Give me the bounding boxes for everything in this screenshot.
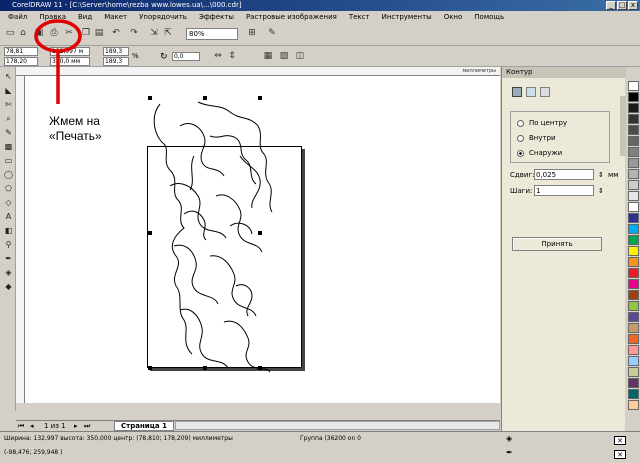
palette-swatch[interactable]	[628, 202, 639, 212]
outline-indicator-icon: ✒	[506, 448, 513, 457]
radio-outside[interactable]	[517, 150, 524, 157]
palette-swatch[interactable]	[628, 136, 639, 146]
offset-spin-icon[interactable]: ⇕	[598, 171, 604, 179]
palette-swatch[interactable]	[628, 246, 639, 256]
palette-swatch[interactable]	[628, 235, 639, 245]
contour-color-icon[interactable]	[526, 87, 536, 97]
palette-swatch[interactable]	[628, 279, 639, 289]
palette-swatch[interactable]	[628, 301, 639, 311]
contour-mode-center-icon[interactable]	[512, 87, 522, 97]
offset-input[interactable]: 0,025	[534, 169, 594, 180]
palette-swatch[interactable]	[628, 158, 639, 168]
status-dimensions: Ширина: 132,997 высота: 350,000 центр: (…	[4, 435, 233, 442]
radio-inside-label: Внутри	[529, 134, 556, 142]
outline-swatch[interactable]: ✕	[614, 450, 626, 459]
steps-label: Шаги:	[510, 187, 533, 195]
first-page-icon[interactable]: ⏮	[18, 422, 24, 431]
steps-spin-icon[interactable]: ⇕	[598, 187, 604, 195]
radio-center-label: По центру	[529, 119, 568, 127]
steps-input[interactable]: 1	[534, 185, 594, 196]
tab-page-1[interactable]: Страница 1	[114, 421, 174, 431]
highlight-circle	[34, 19, 82, 53]
docker-title: Контур	[502, 67, 626, 78]
palette-swatch[interactable]	[628, 323, 639, 333]
docker-tab[interactable]	[620, 96, 626, 156]
apply-button[interactable]: Принять	[512, 237, 602, 251]
contour-accel-icon[interactable]	[540, 87, 550, 97]
radio-inside[interactable]	[517, 135, 524, 142]
palette-swatch[interactable]	[628, 114, 639, 124]
page-counter: 1 из 1	[44, 422, 66, 430]
palette-swatch[interactable]	[628, 81, 639, 91]
palette-swatch[interactable]	[628, 191, 639, 201]
palette-swatch[interactable]	[628, 378, 639, 388]
palette-swatch[interactable]	[628, 92, 639, 102]
palette-swatch[interactable]	[628, 290, 639, 300]
status-cursor-position: (-98,476; 259,948 )	[4, 449, 63, 456]
contour-docker: Контур По центру Внутри Снаружи Сдвиг: 0…	[501, 67, 626, 431]
offset-unit: мм	[608, 171, 619, 179]
radio-outside-label: Снаружи	[529, 149, 563, 157]
palette-swatch[interactable]	[628, 224, 639, 234]
palette-swatch[interactable]	[628, 257, 639, 267]
palette-swatch[interactable]	[628, 312, 639, 322]
contour-direction-group: По центру Внутри Снаружи	[510, 111, 610, 163]
palette-swatch[interactable]	[628, 345, 639, 355]
palette-swatch[interactable]	[628, 147, 639, 157]
horizontal-scrollbar[interactable]	[175, 421, 500, 430]
palette-swatch[interactable]	[628, 103, 639, 113]
palette-swatch[interactable]	[628, 356, 639, 366]
palette-swatch[interactable]	[628, 367, 639, 377]
palette-swatch[interactable]	[628, 389, 639, 399]
palette-swatch[interactable]	[628, 180, 639, 190]
offset-value: 0,025	[536, 171, 557, 179]
prev-page-icon[interactable]: ◂	[30, 422, 34, 430]
fill-indicator-icon: ◈	[506, 434, 513, 443]
palette-swatch[interactable]	[628, 169, 639, 179]
palette-swatch[interactable]	[628, 213, 639, 223]
status-group-info: Группа (36200 on 0	[300, 435, 361, 442]
offset-label: Сдвиг:	[510, 171, 535, 179]
last-page-icon[interactable]: ⏭	[84, 422, 90, 431]
palette-swatch[interactable]	[628, 400, 639, 410]
steps-value: 1	[536, 187, 541, 195]
fill-swatch[interactable]: ✕	[614, 436, 626, 445]
palette-swatch[interactable]	[628, 125, 639, 135]
color-palette	[627, 67, 640, 431]
palette-swatch[interactable]	[628, 268, 639, 278]
palette-swatch[interactable]	[628, 334, 639, 344]
next-page-icon[interactable]: ▸	[74, 422, 78, 430]
radio-center[interactable]	[517, 120, 524, 127]
status-bar: Ширина: 132,997 высота: 350,000 центр: (…	[0, 431, 640, 463]
